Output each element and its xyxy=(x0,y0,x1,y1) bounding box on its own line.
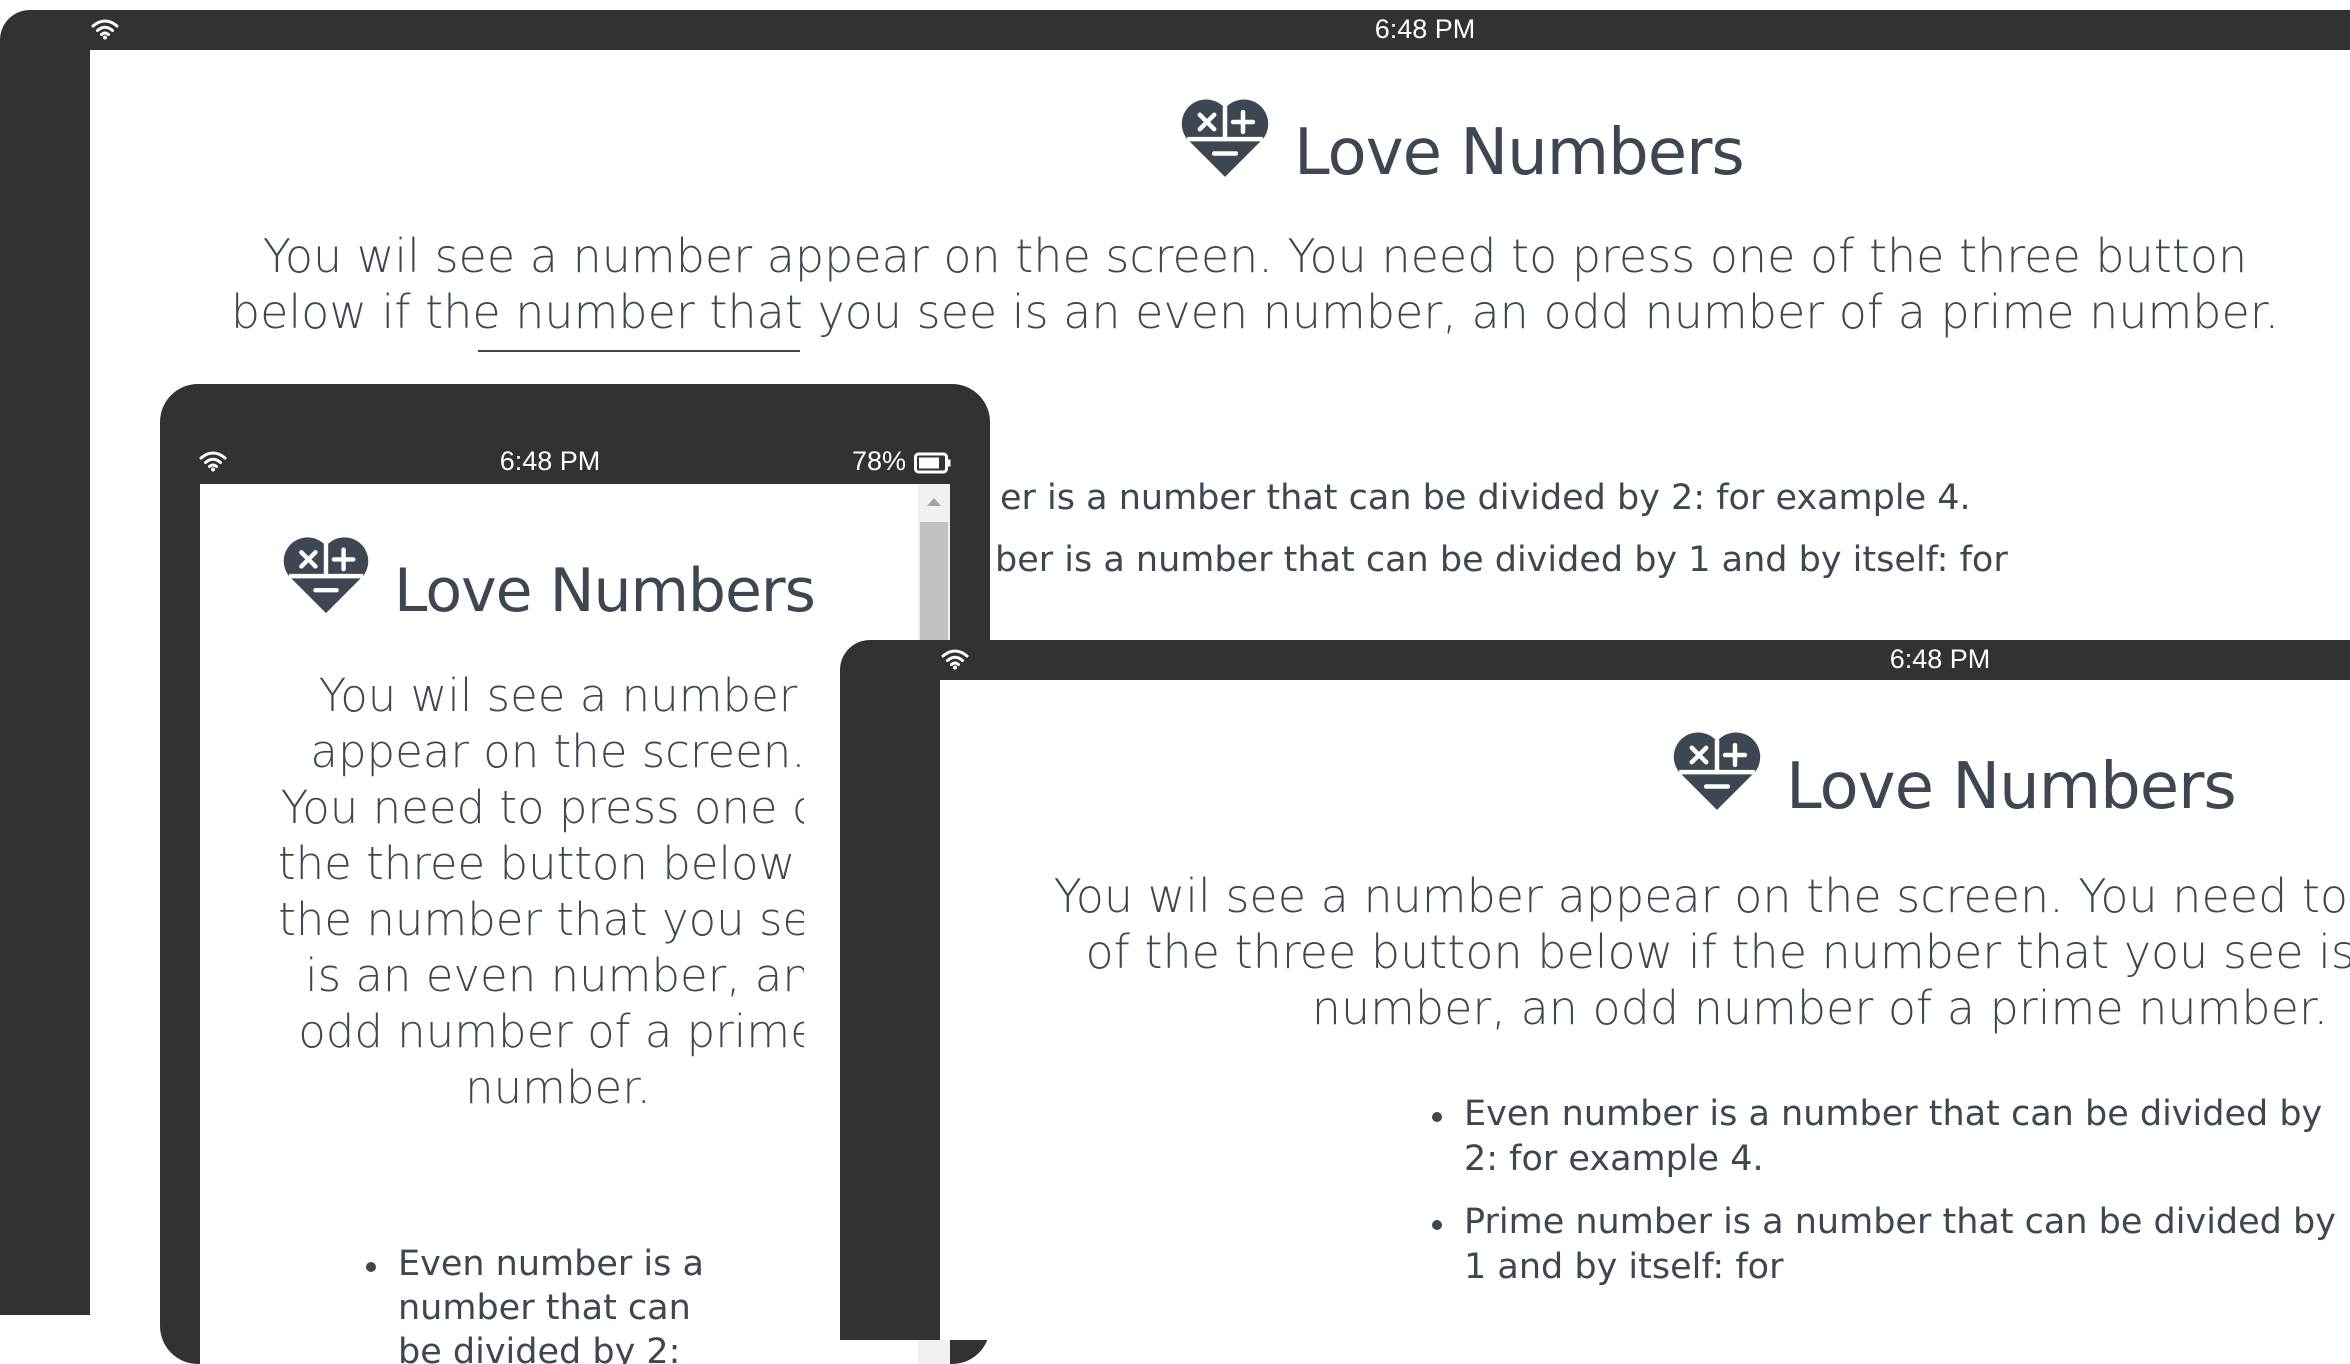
rule-prime: Prime number is a number that can be div… xyxy=(1464,1200,2350,1290)
app-header: Love Numbers xyxy=(1672,722,2237,824)
rule-even: Even number is a number that can be divi… xyxy=(1464,1092,2350,1182)
app-header: Love Numbers xyxy=(1180,90,1745,190)
status-time: 6:48 PM xyxy=(499,446,601,476)
tablet-screen: Love Numbers You wil see a number appear… xyxy=(940,680,2350,1340)
desktop-status-bar: 6:48 PM xyxy=(0,10,2350,50)
wifi-icon xyxy=(198,450,228,472)
intro-text: You wil see a number appear on the scree… xyxy=(278,669,804,1114)
bullet-dot xyxy=(1432,1220,1442,1230)
wifi-icon xyxy=(940,648,970,670)
intro-text: You wil see a number appear on the scree… xyxy=(230,229,2280,339)
rule-prime-partial: ber is a number that can be divided by 1… xyxy=(995,540,2008,580)
wifi-icon xyxy=(90,18,120,40)
app-title: Love Numbers xyxy=(1294,116,1745,190)
rule-even-partial: er is a number that can be divided by 2:… xyxy=(1000,478,1971,518)
intro-underline xyxy=(478,350,800,352)
app-title: Love Numbers xyxy=(1786,750,2237,824)
bullet-dot xyxy=(366,1262,376,1272)
tablet-device-frame: 6:48 PM Love Numbers You wil see a numbe… xyxy=(840,640,2350,1340)
rules-list: Even number is a number that can be divi… xyxy=(398,1242,728,1364)
tablet-status-bar: 6:48 PM xyxy=(840,640,2350,680)
status-time: 6:48 PM xyxy=(1374,14,1476,44)
rule-even: Even number is a number that can be divi… xyxy=(398,1242,728,1364)
battery-percentage: 78% xyxy=(852,446,907,476)
intro-text: You wil see a number appear on the scree… xyxy=(1053,869,2350,1035)
scroll-up-arrow-icon[interactable] xyxy=(926,496,942,508)
love-numbers-logo-icon xyxy=(1180,99,1270,181)
battery-icon xyxy=(914,452,952,474)
phone-screen: Love Numbers You wil see a number appear… xyxy=(200,484,950,1364)
phone-text-clip: You wil see a number appear on the scree… xyxy=(200,484,804,1364)
bullet-dot xyxy=(1432,1112,1442,1122)
phone-status-bar: 6:48 PM 78% xyxy=(160,384,990,484)
rules-list: Even number is a number that can be divi… xyxy=(1464,1092,2350,1290)
status-time: 6:48 PM xyxy=(1889,644,1991,674)
love-numbers-logo-icon xyxy=(1672,732,1762,814)
